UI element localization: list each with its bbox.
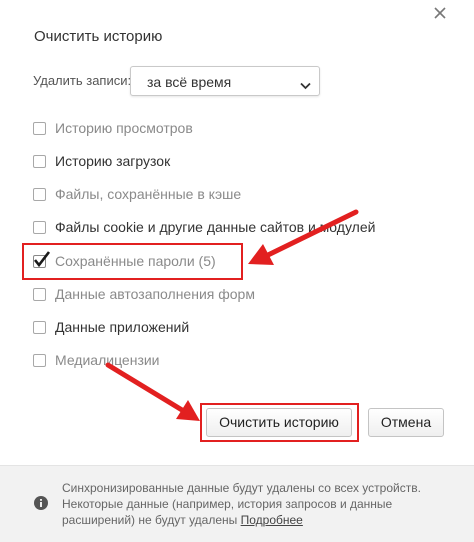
option-label: Историю загрузок bbox=[55, 153, 171, 169]
passwords-highlight-box bbox=[22, 243, 243, 280]
checkbox[interactable] bbox=[33, 122, 46, 135]
dialog-title: Очистить историю bbox=[34, 28, 163, 45]
clear-history-dialog: Очистить историю Удалить записи: за всё … bbox=[0, 0, 474, 542]
option-label: Файлы, сохранённые в кэше bbox=[55, 186, 242, 202]
footer-text: Синхронизированные данные будут удалены … bbox=[62, 480, 442, 528]
info-icon bbox=[34, 496, 48, 510]
footer-line-text: расширений) не будут удалены bbox=[62, 513, 238, 527]
checkbox[interactable] bbox=[33, 188, 46, 201]
checkbox[interactable] bbox=[33, 221, 46, 234]
option-label: Данные приложений bbox=[55, 319, 190, 335]
time-range-value: за всё время bbox=[147, 74, 232, 90]
checkbox[interactable] bbox=[33, 155, 46, 168]
checkbox[interactable] bbox=[33, 288, 46, 301]
clear-button-highlight-box bbox=[200, 403, 359, 442]
option-label: Файлы cookie и другие данные сайтов и мо… bbox=[55, 219, 376, 235]
footer-line: Синхронизированные данные будут удалены … bbox=[62, 481, 421, 495]
footer-line: расширений) не будут удалены Подробнее bbox=[62, 512, 442, 528]
footer-line: Некоторые данные (например, история запр… bbox=[62, 497, 393, 511]
option-label: Историю просмотров bbox=[55, 120, 193, 136]
option-label: Медиалицензии bbox=[55, 352, 160, 368]
time-range-select[interactable]: за всё время bbox=[130, 66, 320, 96]
chevron-down-icon bbox=[300, 77, 311, 95]
more-info-link[interactable]: Подробнее bbox=[241, 513, 303, 527]
option-label: Данные автозаполнения форм bbox=[55, 286, 255, 302]
delete-range-label: Удалить записи: bbox=[33, 73, 132, 88]
red-arrow-icon bbox=[105, 362, 200, 421]
checkbox[interactable] bbox=[33, 354, 46, 367]
close-icon[interactable] bbox=[431, 4, 449, 22]
cancel-button[interactable]: Отмена bbox=[368, 408, 444, 437]
checkbox[interactable] bbox=[33, 321, 46, 334]
